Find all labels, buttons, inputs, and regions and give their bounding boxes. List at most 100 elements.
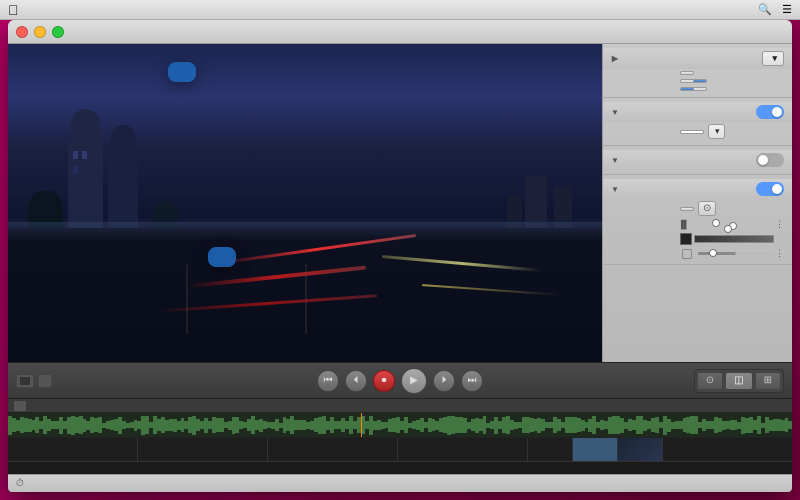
tilt-shift-section: ▼ ⊙ ▐▌ bbox=[603, 175, 792, 265]
tab-recording[interactable]: ⊙ bbox=[697, 372, 723, 390]
waveform-bars: // Generate waveform bars const barCount… bbox=[8, 413, 792, 437]
light-trail-red-1 bbox=[216, 234, 416, 265]
white-balance-unlocked[interactable] bbox=[694, 88, 706, 90]
tooltip-time-lapse bbox=[168, 62, 196, 82]
road-area bbox=[8, 228, 602, 362]
skip-back-button[interactable]: ⏮ bbox=[317, 370, 339, 392]
close-button[interactable] bbox=[16, 26, 28, 38]
video-panel bbox=[8, 44, 602, 362]
apple-menu[interactable]:  bbox=[8, 2, 19, 18]
sharpen-row: ⋮ bbox=[603, 247, 792, 260]
waveform-bar bbox=[788, 421, 792, 429]
light-trail-white-1 bbox=[382, 255, 542, 272]
camera-icon-button[interactable]: ⊙ bbox=[698, 201, 716, 216]
time-lapse-header[interactable]: ▼ bbox=[603, 102, 792, 122]
tilt-shift-toggle-icon: ▼ bbox=[611, 185, 619, 193]
frame-zone-6-active[interactable] bbox=[573, 438, 618, 461]
tilt-shift-toggle-knob bbox=[772, 184, 782, 194]
capture-every-value[interactable] bbox=[680, 130, 704, 134]
geometry-row: ⊙ bbox=[603, 199, 792, 218]
color-slider-label: ▐▌ bbox=[678, 220, 686, 229]
timecode-ruler bbox=[8, 461, 792, 474]
color-correction-header[interactable]: ▼ bbox=[603, 150, 792, 170]
tab-view[interactable]: ◫ bbox=[725, 372, 752, 390]
color-swatch-row bbox=[603, 231, 792, 247]
exposure-row bbox=[603, 77, 792, 85]
tilt-shift-color-row: ▐▌ ⋮ bbox=[603, 218, 792, 231]
capture-every-row: ▾ bbox=[603, 122, 792, 141]
tooltip-tilt-shift bbox=[208, 247, 236, 267]
frame-zone-4 bbox=[398, 438, 528, 461]
time-lapse-section: ▼ ▾ bbox=[603, 98, 792, 146]
right-tabs: ⊙ ◫ ⊞ bbox=[694, 369, 784, 393]
source-toggle-icon: ▶ bbox=[611, 55, 619, 63]
main-window: ▶ ▾ bbox=[8, 20, 792, 492]
sharpen-slider[interactable] bbox=[698, 252, 773, 255]
record-button[interactable]: ⏺ bbox=[373, 370, 395, 392]
white-balance-segment bbox=[680, 87, 707, 91]
tilt-shift-configure-button[interactable] bbox=[680, 207, 694, 211]
frame-zone-7 bbox=[618, 438, 663, 461]
frame-zone-3 bbox=[268, 438, 398, 461]
timeline-track-header bbox=[8, 399, 792, 413]
menubar:  🔍 ☰ bbox=[0, 0, 800, 20]
light-trail-red-2 bbox=[186, 266, 366, 289]
traffic-lights bbox=[16, 26, 64, 38]
tilt-shift-toggle[interactable] bbox=[756, 182, 784, 196]
waveform-track[interactable]: // Generate waveform bars const barCount… bbox=[8, 413, 792, 438]
frame-zone-2 bbox=[138, 438, 268, 461]
color-correction-toggle[interactable] bbox=[756, 153, 784, 167]
light-trail-white-2 bbox=[422, 284, 562, 296]
right-panel: ▶ ▾ bbox=[602, 44, 792, 362]
frame-strip bbox=[8, 438, 792, 461]
track-lock-icon[interactable] bbox=[14, 401, 26, 411]
frame-zone-5 bbox=[528, 438, 573, 461]
unit-dropdown-icon: ▾ bbox=[715, 126, 720, 137]
source-section-header[interactable]: ▶ ▾ bbox=[603, 48, 792, 69]
color-correction-toggle-knob bbox=[758, 155, 768, 165]
content-area: ▶ ▾ bbox=[8, 44, 792, 362]
time-lapse-toggle[interactable] bbox=[756, 105, 784, 119]
play-button[interactable]: ▶ bbox=[401, 368, 427, 394]
tab-compositing[interactable]: ⊞ bbox=[755, 372, 781, 390]
color-correction-toggle-icon: ▼ bbox=[611, 156, 619, 164]
frame-forward-button[interactable]: ⏵ bbox=[433, 370, 455, 392]
monitor-icon[interactable] bbox=[16, 374, 34, 388]
source-section: ▶ ▾ bbox=[603, 44, 792, 98]
tilt-shift-header[interactable]: ▼ bbox=[603, 179, 792, 199]
bottom-area: ⏮ ⏴ ⏺ ▶ ⏵ ⏭ ⊙ ◫ ⊞ bbox=[8, 362, 792, 492]
light-trail-red-3 bbox=[157, 294, 377, 312]
timeline-frames bbox=[8, 438, 792, 461]
search-icon[interactable]: 🔍 bbox=[758, 3, 772, 16]
source-dropdown-icon: ▾ bbox=[772, 53, 777, 64]
exposure-fixed[interactable] bbox=[681, 80, 694, 82]
maximize-button[interactable] bbox=[52, 26, 64, 38]
transport-bar: ⏮ ⏴ ⏺ ▶ ⏵ ⏭ ⊙ ◫ ⊞ bbox=[8, 363, 792, 399]
sharpen-checkbox[interactable] bbox=[682, 249, 692, 259]
minimize-button[interactable] bbox=[34, 26, 46, 38]
sharpen-multi-icon[interactable]: ⋮ bbox=[775, 248, 784, 259]
frame-back-button[interactable]: ⏴ bbox=[345, 370, 367, 392]
source-device-select[interactable]: ▾ bbox=[762, 51, 784, 66]
capture-unit-select[interactable]: ▾ bbox=[708, 124, 725, 139]
title-bar bbox=[8, 20, 792, 44]
white-balance-row bbox=[603, 85, 792, 93]
color-correction-section: ▼ bbox=[603, 146, 792, 175]
frame-zone-8 bbox=[663, 438, 792, 461]
time-lapse-toggle-knob bbox=[772, 107, 782, 117]
status-bar: ⏱ bbox=[8, 474, 792, 492]
color-swatch-dark[interactable] bbox=[680, 233, 692, 245]
configure-button[interactable] bbox=[680, 71, 694, 75]
points-row bbox=[603, 69, 792, 77]
color-multi-icon[interactable]: ⋮ bbox=[775, 219, 784, 230]
exposure-continuous[interactable] bbox=[694, 80, 706, 82]
white-balance-locked[interactable] bbox=[681, 88, 694, 90]
color-gradient-bar bbox=[694, 235, 774, 243]
exposure-segment bbox=[680, 79, 707, 83]
menu-list-icon[interactable]: ☰ bbox=[782, 3, 792, 16]
time-lapse-toggle-icon: ▼ bbox=[611, 108, 619, 116]
skip-forward-button[interactable]: ⏭ bbox=[461, 370, 483, 392]
iphone-icon[interactable] bbox=[38, 374, 52, 388]
timeline-area: // Generate waveform bars const barCount… bbox=[8, 399, 792, 474]
frame-thumbnail[interactable] bbox=[618, 438, 662, 461]
